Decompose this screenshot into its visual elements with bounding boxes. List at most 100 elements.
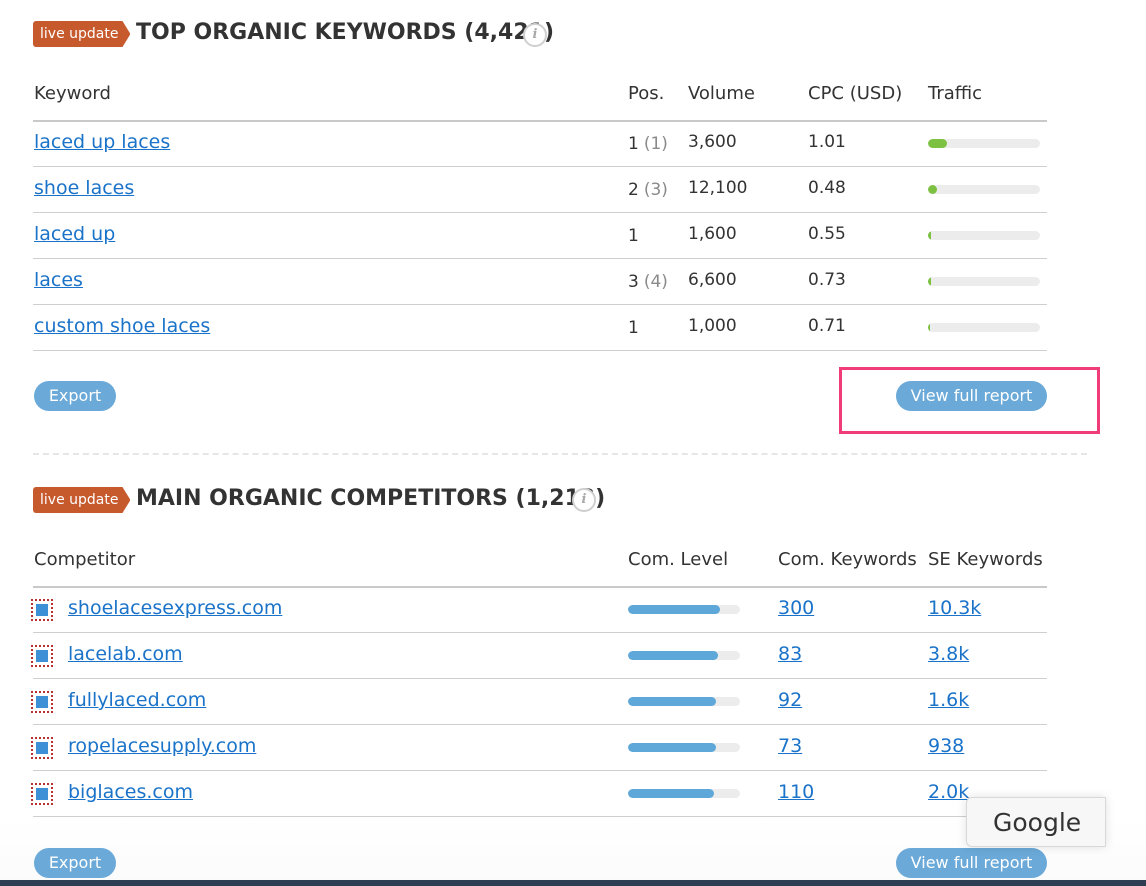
row-divider <box>33 166 1047 167</box>
traffic-bar-fill <box>928 277 931 286</box>
traffic-bar-fill <box>928 231 932 240</box>
keyword-link[interactable]: shoe laces <box>34 177 134 199</box>
external-link-icon[interactable] <box>31 599 53 621</box>
common-keywords-link[interactable]: 92 <box>778 689 802 711</box>
keyword-volume: 1,600 <box>688 224 737 244</box>
view-full-report-button[interactable]: View full report <box>896 381 1047 411</box>
common-keywords-link[interactable]: 73 <box>778 735 802 757</box>
common-keywords-link[interactable]: 83 <box>778 643 802 665</box>
keyword-volume: 3,600 <box>688 132 737 152</box>
competitor-link[interactable]: fullylaced.com <box>68 689 206 711</box>
row-divider <box>33 724 1047 725</box>
keyword-link[interactable]: laces <box>34 269 83 291</box>
live-update-badge: live update <box>33 487 130 513</box>
row-divider <box>33 350 1047 351</box>
export-button[interactable]: Export <box>34 848 116 878</box>
row-divider <box>33 258 1047 259</box>
keyword-volume: 1,000 <box>688 316 737 336</box>
competitor-link[interactable]: ropelacesupply.com <box>68 735 256 757</box>
position-current: 1 <box>628 226 639 246</box>
competition-level-bar <box>628 697 740 706</box>
keyword-volume: 12,100 <box>688 178 748 198</box>
bottom-strip <box>0 880 1146 886</box>
traffic-bar <box>928 277 1040 286</box>
column-header-com-level: Com. Level <box>628 549 729 570</box>
keyword-cpc: 1.01 <box>808 132 846 152</box>
competitor-link[interactable]: shoelacesexpress.com <box>68 597 282 619</box>
traffic-bar-fill <box>928 185 937 194</box>
row-divider <box>33 212 1047 213</box>
keyword-position: 3 (4) <box>628 272 668 292</box>
table-header-divider <box>33 586 1047 588</box>
keyword-position: 1 (1) <box>628 134 668 154</box>
se-keywords-link[interactable]: 938 <box>928 735 964 757</box>
traffic-bar-fill <box>928 323 931 332</box>
export-button[interactable]: Export <box>34 381 116 411</box>
row-divider <box>33 816 1047 817</box>
keyword-link[interactable]: laced up <box>34 223 115 245</box>
competitor-link[interactable]: biglaces.com <box>68 781 193 803</box>
keyword-link[interactable]: custom shoe laces <box>34 315 210 337</box>
column-header-position: Pos. <box>628 83 665 104</box>
external-link-icon-fill <box>36 742 48 754</box>
se-keywords-link[interactable]: 1.6k <box>928 689 969 711</box>
info-icon[interactable]: i <box>523 23 547 47</box>
row-divider <box>33 632 1047 633</box>
position-current: 2 <box>628 180 639 200</box>
keyword-cpc: 0.55 <box>808 224 846 244</box>
external-link-icon[interactable] <box>31 737 53 759</box>
keyword-position: 1 <box>628 226 644 246</box>
column-header-com-keywords: Com. Keywords <box>778 549 917 570</box>
keyword-cpc: 0.71 <box>808 316 846 336</box>
column-header-cpc: CPC (USD) <box>808 83 903 104</box>
external-link-icon[interactable] <box>31 691 53 713</box>
row-divider <box>33 678 1047 679</box>
info-icon[interactable]: i <box>572 488 596 512</box>
competition-level-bar <box>628 789 740 798</box>
competition-level-bar-fill <box>628 789 715 798</box>
keyword-cpc: 0.73 <box>808 270 846 290</box>
competition-level-bar <box>628 743 740 752</box>
traffic-bar <box>928 139 1040 148</box>
se-keywords-link[interactable]: 10.3k <box>928 597 981 619</box>
se-keywords-link[interactable]: 3.8k <box>928 643 969 665</box>
external-link-icon[interactable] <box>31 783 53 805</box>
competition-level-bar-fill <box>628 697 717 706</box>
external-link-icon-fill <box>36 604 48 616</box>
live-update-badge: live update <box>33 21 130 47</box>
traffic-bar <box>928 231 1040 240</box>
google-popup[interactable]: Google <box>966 797 1106 847</box>
common-keywords-link[interactable]: 110 <box>778 781 814 803</box>
competition-level-bar <box>628 605 740 614</box>
keywords-section-title: TOP ORGANIC KEYWORDS (4,421) <box>136 20 554 45</box>
traffic-bar-fill <box>928 139 948 148</box>
keyword-position: 2 (3) <box>628 180 668 200</box>
external-link-icon[interactable] <box>31 645 53 667</box>
traffic-bar <box>928 323 1040 332</box>
common-keywords-link[interactable]: 300 <box>778 597 814 619</box>
traffic-bar <box>928 185 1040 194</box>
row-divider <box>33 304 1047 305</box>
competition-level-bar-fill <box>628 605 720 614</box>
row-divider <box>33 770 1047 771</box>
column-header-competitor: Competitor <box>34 549 136 570</box>
competitors-section-title: MAIN ORGANIC COMPETITORS (1,213) <box>136 486 606 511</box>
column-header-keyword: Keyword <box>34 83 111 104</box>
column-header-volume: Volume <box>688 83 755 104</box>
competition-level-bar <box>628 651 740 660</box>
external-link-icon-fill <box>36 650 48 662</box>
se-keywords-link[interactable]: 2.0k <box>928 781 969 803</box>
view-full-report-button[interactable]: View full report <box>896 848 1047 878</box>
competitor-link[interactable]: lacelab.com <box>68 643 183 665</box>
column-header-traffic: Traffic <box>928 83 983 104</box>
competition-level-bar-fill <box>628 743 717 752</box>
position-previous: (3) <box>643 180 668 200</box>
keyword-link[interactable]: laced up laces <box>34 131 170 153</box>
position-previous: (1) <box>643 134 668 154</box>
table-header-divider <box>33 120 1047 122</box>
position-current: 1 <box>628 134 639 154</box>
keyword-position: 1 <box>628 318 644 338</box>
keyword-volume: 6,600 <box>688 270 737 290</box>
section-divider <box>33 453 1087 455</box>
position-current: 1 <box>628 318 639 338</box>
